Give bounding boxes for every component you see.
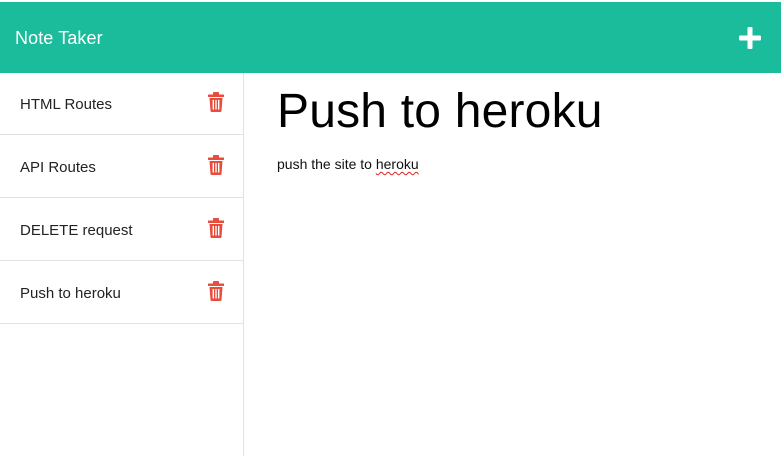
- trash-icon[interactable]: [208, 280, 224, 301]
- note-item-title: DELETE request: [20, 221, 133, 239]
- trash-icon[interactable]: [208, 92, 224, 112]
- misspelled-word: heroku: [375, 156, 419, 172]
- note-item-title: HTML Routes: [20, 96, 112, 113]
- note-list: HTML Routes API Routes DELETE request Pu…: [0, 73, 243, 324]
- note-item-title: API Routes: [20, 158, 96, 176]
- notes-sidebar: HTML Routes API Routes DELETE request Pu…: [0, 73, 244, 456]
- list-item[interactable]: HTML Routes: [0, 73, 243, 135]
- list-item[interactable]: Push to heroku: [0, 261, 243, 324]
- new-note-button[interactable]: [737, 25, 763, 51]
- note-text-field[interactable]: push the site to heroku: [277, 156, 749, 172]
- list-item[interactable]: DELETE request: [0, 198, 243, 261]
- trash-icon[interactable]: [208, 154, 224, 175]
- list-item[interactable]: API Routes: [0, 135, 243, 198]
- note-title-field[interactable]: Push to heroku: [277, 83, 749, 141]
- plus-icon: [739, 26, 761, 49]
- note-item-title: Push to heroku: [20, 284, 121, 302]
- app-title[interactable]: Note Taker: [15, 28, 103, 49]
- trash-icon[interactable]: [208, 217, 224, 238]
- note-text-prefix: push the site to: [277, 156, 376, 172]
- navbar: Note Taker: [0, 2, 781, 73]
- note-editor: Push to heroku push the site to heroku: [245, 73, 781, 456]
